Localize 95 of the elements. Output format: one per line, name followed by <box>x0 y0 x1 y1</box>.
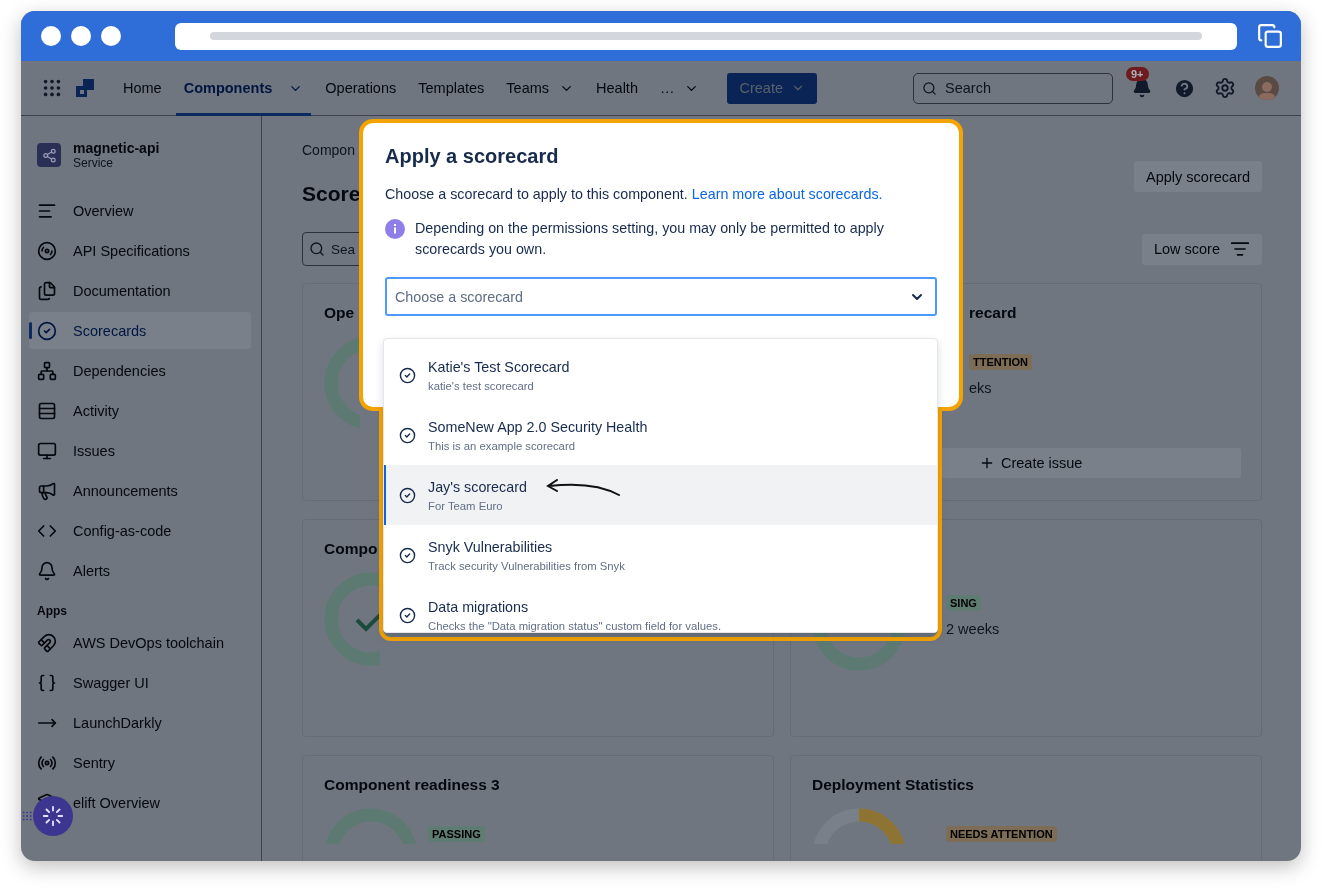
learn-more-link[interactable]: Learn more about scorecards. <box>691 186 883 202</box>
component-icon <box>37 143 61 167</box>
status-lozenge: PASSING <box>428 826 485 842</box>
scorecard-option[interactable]: Jay's scorecard For Team Euro <box>384 465 937 525</box>
check-circle-icon <box>399 366 416 384</box>
card-title: Ope <box>324 304 355 322</box>
page-title: Score <box>302 182 361 206</box>
address-bar[interactable] <box>175 22 1237 50</box>
component-name: magnetic-api <box>73 140 160 156</box>
sidebar-item[interactable]: Dependencies <box>29 352 251 389</box>
option-name: Jay's scorecard <box>428 478 527 495</box>
logo-icon[interactable] <box>75 78 95 98</box>
monitor-icon <box>37 440 57 461</box>
option-name: Snyk Vulnerabilities <box>428 538 554 555</box>
nav-tab[interactable]: Templates <box>410 60 493 116</box>
sidebar-item[interactable]: AWS DevOps toolchain <box>29 624 251 661</box>
option-description: Track security Vulnerabilities from Snyk <box>428 559 625 572</box>
sidebar-item[interactable]: Overview <box>29 192 251 229</box>
card-detail: 2 weeks <box>946 621 1000 637</box>
breadcrumb[interactable]: Compon <box>302 142 361 158</box>
sidebar-item[interactable]: Alerts <box>29 552 251 589</box>
sidebar-item[interactable]: Scorecards <box>29 312 251 349</box>
check-circle-icon <box>37 320 57 341</box>
sidebar-item[interactable]: Swagger UI <box>29 664 251 701</box>
sidebar-item[interactable]: Config-as-code <box>29 512 251 549</box>
network-icon <box>37 360 57 381</box>
option-name: Data migrations <box>428 598 530 615</box>
info-icon <box>385 219 405 239</box>
settings-icon[interactable] <box>1213 76 1237 100</box>
disc-icon <box>37 240 57 261</box>
sidebar-item[interactable]: Activity <box>29 392 251 429</box>
sidebar-item[interactable]: Documentation <box>29 272 251 309</box>
option-description: Checks the "Data migration status" custom field for values. <box>428 619 722 632</box>
floating-action-button[interactable] <box>33 796 73 836</box>
sidebar-item[interactable]: Sentry <box>29 744 251 781</box>
sort-button[interactable]: Low score <box>1141 233 1262 265</box>
nav-tab[interactable]: Home <box>115 60 170 116</box>
card-title: Compo <box>324 540 378 558</box>
app-grid-icon[interactable] <box>41 77 63 99</box>
bell-icon <box>37 560 57 581</box>
info-message: Depending on the permissions setting, you may only be permitted to apply scorecards you own. <box>415 219 885 259</box>
status-lozenge: NEEDS ATTENTION <box>946 826 1057 842</box>
search-icon <box>922 80 937 96</box>
card-title: Deployment Statistics <box>812 776 974 794</box>
notification-count: 9+ <box>1126 67 1149 81</box>
nav-tab[interactable]: Components <box>175 60 312 116</box>
option-description: For Team Euro <box>428 499 504 512</box>
option-name: SomeNew App 2.0 Security Health <box>428 418 648 435</box>
card-detail: eks <box>969 380 992 396</box>
sidebar-item[interactable]: API Specifications <box>29 232 251 269</box>
option-description: This is an example scorecard <box>428 439 576 452</box>
copy-icon[interactable] <box>1257 23 1283 49</box>
megaphone-icon <box>37 480 57 501</box>
magnet-icon <box>37 632 57 653</box>
option-description: katie's test scorecard <box>428 379 535 392</box>
section-heading: Apps <box>36 603 68 620</box>
check-circle-icon <box>399 606 416 624</box>
nav-tab[interactable]: Operations <box>317 60 405 116</box>
window-dot[interactable] <box>41 26 61 46</box>
braces-icon <box>37 672 57 693</box>
search-icon <box>309 241 325 257</box>
nav-tab[interactable]: Health <box>588 60 646 116</box>
scorecard-option[interactable]: SomeNew App 2.0 Security Health This is an example scorecard <box>384 405 937 465</box>
dialog-title: Apply a scorecard <box>385 145 560 168</box>
sort-lines-icon <box>1230 239 1250 259</box>
check-circle-icon <box>399 546 416 564</box>
component-type: Service <box>73 156 114 170</box>
status-lozenge: TTENTION <box>969 354 1032 370</box>
card-title: recard <box>969 304 1017 322</box>
search-field[interactable]: Search <box>913 72 1113 104</box>
nav-tab[interactable]: Teams <box>498 60 583 116</box>
scorecard-option[interactable]: Snyk Vulnerabilities Track security Vulnerabilities from Snyk <box>384 525 937 585</box>
files-icon <box>37 280 57 301</box>
sidebar-item[interactable]: Issues <box>29 432 251 469</box>
card-title: Component readiness 3 <box>324 776 500 794</box>
status-lozenge: SING <box>946 595 981 611</box>
create-issue-button[interactable]: Create issue <box>941 448 1241 478</box>
window-dot[interactable] <box>71 26 91 46</box>
rows-icon <box>37 400 57 421</box>
dialog-description: Choose a scorecard to apply to this component. Learn more about scorecards. <box>385 186 884 202</box>
create-button[interactable]: Create <box>727 72 817 104</box>
scorecard-option[interactable]: Katie's Test Scorecard katie's test scorecard <box>384 345 937 405</box>
sidebar-item[interactable]: Announcements <box>29 472 251 509</box>
spokes-icon <box>42 805 64 827</box>
nav-tab[interactable]: … <box>651 60 708 116</box>
check-circle-icon <box>399 426 416 444</box>
scorecard-select[interactable]: Choose a scorecard <box>385 277 937 316</box>
check-circle-icon <box>399 486 416 504</box>
option-name: Katie's Test Scorecard <box>428 358 570 375</box>
plus-icon <box>979 455 995 471</box>
drag-handle-icon[interactable] <box>21 809 33 823</box>
scorecard-option[interactable]: Data migrations Checks the "Data migration status" custom field for values. <box>384 585 937 632</box>
window-dot[interactable] <box>101 26 121 46</box>
apply-scorecard-button[interactable]: Apply scorecard <box>1134 161 1262 192</box>
sidebar-item[interactable]: LaunchDarkly <box>29 704 251 741</box>
